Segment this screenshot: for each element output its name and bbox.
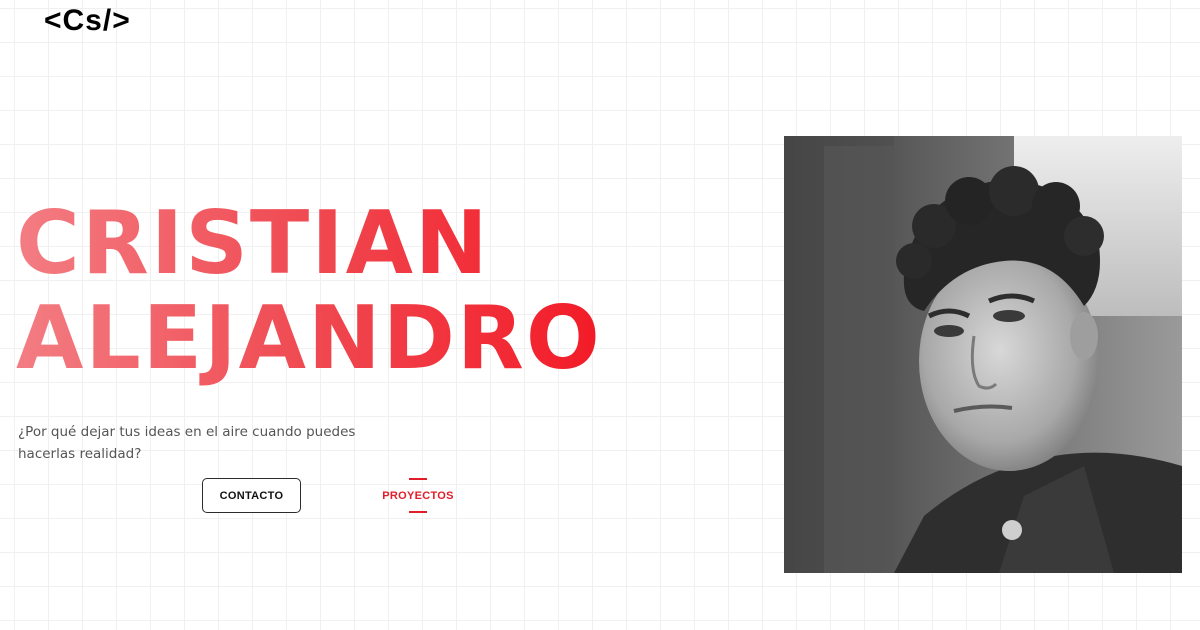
projects-accent-line-bottom [409, 511, 427, 513]
site-logo[interactable]: <Cs/> [44, 4, 131, 38]
hero-tagline: ¿Por qué dejar tus ideas en el aire cuan… [18, 424, 356, 462]
hero-name-first: CRISTIAN [16, 196, 656, 291]
projects-button-label: PROYECTOS [382, 489, 454, 502]
profile-photo [784, 136, 1182, 573]
contact-button[interactable]: CONTACTO [202, 478, 301, 513]
hero-name-last: ALEJANDRO [16, 291, 656, 386]
projects-accent-line-top [409, 478, 427, 480]
portrait-image [784, 136, 1182, 573]
projects-button[interactable]: PROYECTOS [372, 478, 464, 513]
hero-name: CRISTIAN ALEJANDRO [16, 196, 656, 386]
